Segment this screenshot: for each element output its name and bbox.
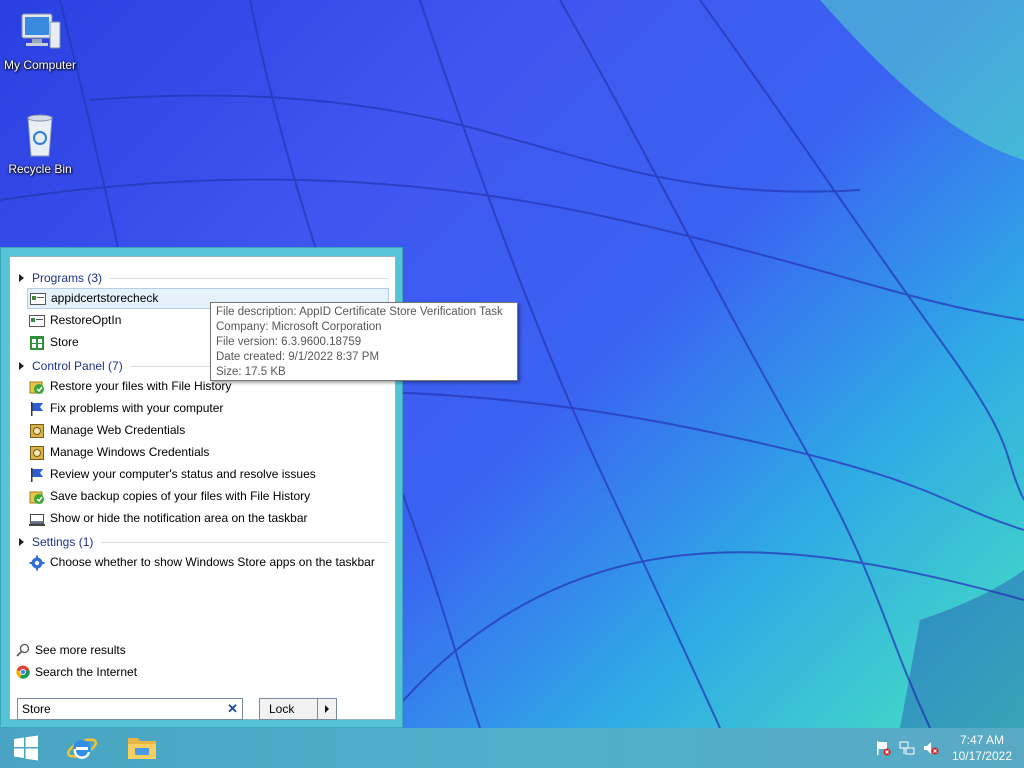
- desktop-icon-label: Recycle Bin: [8, 162, 72, 176]
- gear-icon: [29, 555, 45, 571]
- group-header-label: Programs (3): [32, 271, 103, 285]
- result-item-fix-problems[interactable]: Fix problems with your computer: [27, 398, 389, 419]
- application-icon: [29, 313, 45, 329]
- store-icon: [29, 335, 45, 351]
- expand-arrow-icon: [19, 274, 24, 282]
- see-more-results-label: See more results: [35, 643, 126, 657]
- expand-arrow-icon: [19, 538, 24, 546]
- group-header-settings[interactable]: Settings (1): [16, 533, 388, 551]
- tooltip-file-version: File version: 6.3.9600.18759: [216, 336, 362, 348]
- result-item-store-apps-taskbar[interactable]: Choose whether to show Windows Store app…: [27, 552, 389, 573]
- result-item-label: Manage Windows Credentials: [50, 445, 210, 459]
- flag-icon: [29, 467, 45, 483]
- file-explorer-button[interactable]: [116, 728, 168, 768]
- result-item-notification-area[interactable]: Show or hide the notification area on th…: [27, 508, 389, 529]
- taskbar-clock[interactable]: 7:47 AM 10/17/2022: [952, 732, 1012, 764]
- power-button-group: Lock: [259, 698, 337, 720]
- network-icon[interactable]: [899, 740, 915, 756]
- result-item-label: Choose whether to show Windows Store app…: [50, 555, 375, 569]
- clock-time: 7:47 AM: [959, 733, 1004, 747]
- file-history-icon: [29, 489, 45, 505]
- chrome-icon: [16, 665, 30, 679]
- start-search-box[interactable]: ✕: [17, 698, 243, 720]
- speaker-muted-icon[interactable]: [923, 740, 939, 756]
- divider: [101, 541, 388, 543]
- result-item-label: Store: [50, 335, 79, 349]
- group-header-programs[interactable]: Programs (3): [16, 269, 388, 287]
- group-header-label: Settings (1): [32, 535, 94, 549]
- start-button[interactable]: [0, 728, 52, 768]
- windows-logo-icon: [14, 735, 38, 761]
- result-item-label: Show or hide the notification area on th…: [50, 511, 308, 525]
- computer-icon: [16, 8, 64, 56]
- lock-button[interactable]: Lock: [260, 699, 317, 719]
- power-options-arrow-button[interactable]: [317, 699, 336, 719]
- internet-explorer-icon: [66, 738, 98, 759]
- taskbar-icon: [29, 511, 45, 527]
- desktop-icon-recycle-bin[interactable]: Recycle Bin: [0, 112, 80, 176]
- result-item-label: Save backup copies of your files with Fi…: [50, 489, 311, 503]
- group-header-label: Control Panel (7): [32, 359, 123, 373]
- result-item-label: Review your computer's status and resolv…: [50, 467, 316, 481]
- result-item-label: Fix problems with your computer: [50, 401, 224, 415]
- credential-vault-icon: [29, 423, 45, 439]
- flag-icon: [29, 401, 45, 417]
- tooltip-company: Company: Microsoft Corporation: [216, 321, 382, 333]
- divider: [110, 277, 388, 279]
- see-more-results-link[interactable]: See more results: [16, 640, 126, 660]
- tooltip-size: Size: 17.5 KB: [216, 366, 286, 378]
- result-item-label: Restore your files with File History: [50, 379, 232, 393]
- search-internet-label: Search the Internet: [35, 665, 138, 679]
- file-explorer-icon: [128, 738, 156, 759]
- desktop-icon-label: My Computer: [3, 58, 77, 72]
- internet-explorer-button[interactable]: [56, 728, 108, 768]
- result-item-label: appidcertstorecheck: [51, 291, 159, 305]
- result-item-label: Manage Web Credentials: [50, 423, 186, 437]
- taskbar: 7:47 AM 10/17/2022: [0, 728, 1024, 768]
- clear-search-icon[interactable]: ✕: [227, 701, 238, 717]
- result-item-review-status[interactable]: Review your computer's status and resolv…: [27, 464, 389, 485]
- search-input[interactable]: [22, 700, 212, 718]
- result-item-label: RestoreOptIn: [50, 313, 122, 327]
- result-item-save-backup[interactable]: Save backup copies of your files with Fi…: [27, 486, 389, 507]
- action-center-flag-icon[interactable]: [875, 740, 891, 756]
- chevron-right-icon: [325, 705, 329, 713]
- recycle-bin-icon: [16, 112, 64, 160]
- desktop-icon-my-computer[interactable]: My Computer: [0, 8, 80, 72]
- application-icon: [30, 291, 46, 307]
- search-internet-link[interactable]: Search the Internet: [16, 662, 137, 682]
- tooltip-file-description: File description: AppID Certificate Stor…: [216, 306, 503, 318]
- credential-vault-icon: [29, 445, 45, 461]
- file-info-tooltip: File description: AppID Certificate Stor…: [210, 302, 518, 381]
- search-icon: [16, 643, 30, 657]
- clock-date: 10/17/2022: [951, 749, 1012, 763]
- expand-arrow-icon: [19, 362, 24, 370]
- result-item-web-credentials[interactable]: Manage Web Credentials: [27, 420, 389, 441]
- result-item-windows-credentials[interactable]: Manage Windows Credentials: [27, 442, 389, 463]
- tooltip-date-created: Date created: 9/1/2022 8:37 PM: [216, 351, 380, 363]
- file-history-icon: [29, 379, 45, 395]
